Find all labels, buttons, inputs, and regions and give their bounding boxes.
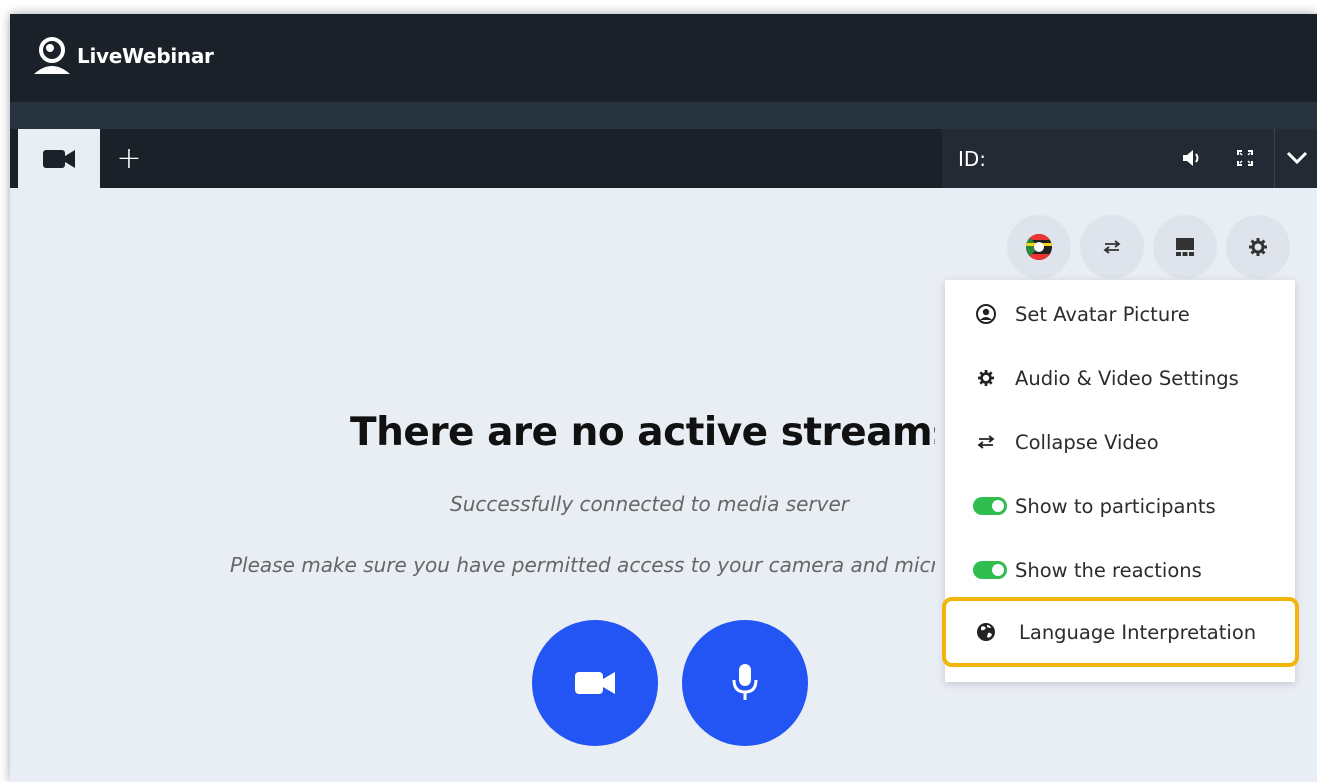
- microphone-button[interactable]: [682, 620, 808, 746]
- chevron-down-icon: [1286, 151, 1308, 165]
- swap-arrows-icon: [973, 429, 999, 455]
- video-camera-icon: [575, 672, 615, 694]
- microphone-icon: [732, 664, 758, 700]
- gear-icon: [973, 365, 999, 391]
- language-flag-button[interactable]: [1007, 215, 1071, 279]
- globe-icon: [973, 619, 999, 645]
- camera-button[interactable]: [532, 620, 658, 746]
- menu-item-language-interpretation[interactable]: Language Interpretation: [942, 597, 1299, 667]
- menu-item-label: Language Interpretation: [1019, 621, 1257, 644]
- collapse-video-button[interactable]: [1080, 215, 1144, 279]
- webinar-window: LiveWebinar + ID: There are no active st…: [10, 14, 1317, 782]
- menu-item-collapse-video[interactable]: Collapse Video: [945, 414, 1295, 470]
- stream-info-bar: ID:: [942, 129, 1317, 188]
- stream-id-label: ID:: [958, 147, 987, 171]
- collapse-bar-button[interactable]: [1282, 143, 1312, 173]
- menu-item-audio-video-settings[interactable]: Audio & Video Settings: [945, 350, 1295, 406]
- menu-item-label: Show the reactions: [1015, 558, 1202, 582]
- permission-hint: Please make sure you have permitted acce…: [230, 553, 935, 577]
- menu-item-label: Show to participants: [1015, 494, 1216, 518]
- no-streams-heading: There are no active streams: [350, 410, 935, 455]
- language-flag-icon: [1026, 234, 1052, 260]
- menu-item-label: Audio & Video Settings: [1015, 366, 1239, 390]
- layout-icon: [1176, 238, 1194, 256]
- connection-status: Successfully connected to media server: [450, 492, 850, 516]
- swap-arrows-icon: [1103, 240, 1121, 254]
- settings-button[interactable]: [1226, 215, 1290, 279]
- fullscreen-icon: [1237, 150, 1253, 166]
- menu-item-label: Collapse Video: [1015, 430, 1159, 454]
- layout-button[interactable]: [1153, 215, 1217, 279]
- menu-item-label: Set Avatar Picture: [1015, 302, 1190, 326]
- volume-button[interactable]: [1178, 143, 1208, 173]
- user-circle-icon: [973, 301, 999, 327]
- show-to-participants-toggle[interactable]: [973, 497, 1007, 515]
- menu-item-set-avatar[interactable]: Set Avatar Picture: [945, 286, 1295, 342]
- menu-item-show-reactions[interactable]: Show the reactions: [945, 542, 1295, 598]
- divider: [1274, 129, 1275, 188]
- volume-icon: [1183, 150, 1199, 166]
- gear-icon: [1249, 238, 1267, 256]
- fullscreen-button[interactable]: [1230, 143, 1260, 173]
- menu-item-show-to-participants[interactable]: Show to participants: [945, 478, 1295, 534]
- show-reactions-toggle[interactable]: [973, 561, 1007, 579]
